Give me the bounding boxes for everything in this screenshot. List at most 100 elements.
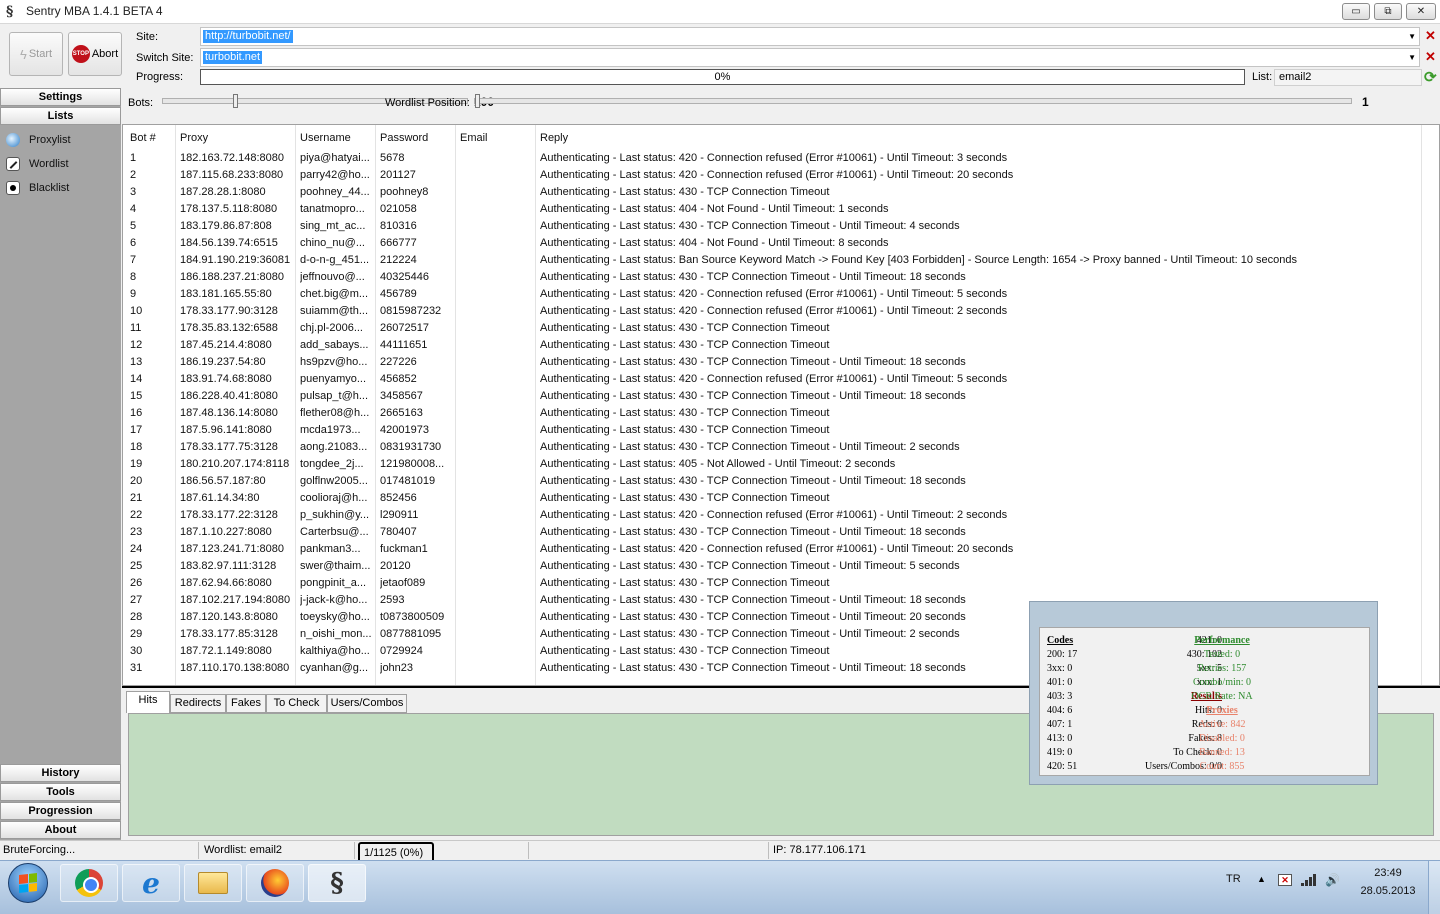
cell-proxy: 187.123.241.71:8080 — [180, 543, 284, 555]
table-row[interactable]: 21 187.61.14.34:80 coolioraj@h... 852456 Aut… — [123, 490, 1423, 507]
table-row[interactable]: 19 180.210.207.174:8118 tongdee_2j... 12198… — [123, 456, 1423, 473]
table-row[interactable]: 5 183.179.86.87:808 sing_mt_ac... 810316 Aut… — [123, 218, 1423, 235]
sidebar-item-wordlist[interactable]: Wordlist — [6, 155, 69, 173]
sentry-icon: § — [330, 868, 344, 898]
cell-username: hs9pzv@ho... — [300, 356, 368, 368]
column-header-email[interactable]: Email — [460, 128, 536, 145]
chevron-down-icon[interactable]: ▼ — [1408, 29, 1416, 44]
start-button[interactable]: ϟ Start — [9, 32, 63, 76]
bots-slider-thumb[interactable] — [233, 94, 238, 108]
tab-to-check[interactable]: To Check — [266, 694, 327, 713]
table-row[interactable]: 13 186.19.237.54:80 hs9pzv@ho... 227226 Auth… — [123, 354, 1423, 371]
stats-col3-item: Count: 855 — [1199, 761, 1245, 772]
cell-bot-number: 20 — [130, 475, 143, 487]
column-header-username[interactable]: Username — [300, 128, 372, 145]
show-desktop-button[interactable] — [1428, 861, 1440, 914]
chevron-down-icon[interactable]: ▼ — [1408, 50, 1416, 65]
close-button[interactable]: ✕ — [1406, 3, 1436, 20]
sidebar-item-proxylist[interactable]: Proxylist — [6, 131, 71, 149]
tab-fakes[interactable]: Fakes — [226, 694, 266, 713]
table-header: Bot # Proxy Username Password Email Repl… — [123, 128, 1423, 148]
table-row[interactable]: 11 178.35.83.132:6588 chj.pl-2006... 260725… — [123, 320, 1423, 337]
cell-username: toeysky@ho... — [300, 611, 370, 623]
status-ip: IP: 78.177.106.171 — [773, 844, 866, 856]
column-header-proxy[interactable]: Proxy — [180, 128, 296, 145]
table-row[interactable]: 8 186.188.237.21:8080 jeffnouvo@... 4032544… — [123, 269, 1423, 286]
bots-label: Bots: — [128, 97, 154, 109]
table-row[interactable]: 23 187.1.10.227:8080 Carterbsu@... 780407 Au… — [123, 524, 1423, 541]
table-row[interactable]: 7 184.91.190.219:36081 d-o-n-g_451... 21222… — [123, 252, 1423, 269]
windows-start-button[interactable] — [8, 863, 48, 903]
table-row[interactable]: 1 182.163.72.148:8080 piya@hatyai... 5678 Au… — [123, 150, 1423, 167]
clock-time[interactable]: 23:49 — [1360, 867, 1416, 879]
network-icon[interactable] — [1301, 874, 1317, 886]
table-row[interactable]: 14 183.91.74.68:8080 puenyamyo... 456852 Aut… — [123, 371, 1423, 388]
taskbar-chrome[interactable] — [60, 864, 118, 902]
refresh-icon[interactable]: ⟳ — [1424, 68, 1437, 86]
clock-date[interactable]: 28.05.2013 — [1355, 885, 1421, 897]
table-row[interactable]: 24 187.123.241.71:8080 pankman3... fuckman1… — [123, 541, 1423, 558]
cell-reply: Authenticating - Last status: 430 - TCP … — [540, 560, 960, 572]
cell-password: l290911 — [380, 509, 419, 521]
tab-hits[interactable]: Hits — [126, 691, 170, 713]
sidebar-about[interactable]: About — [0, 821, 121, 839]
table-row[interactable]: 10 178.33.177.90:3128 suiamm@th... 08159872… — [123, 303, 1423, 320]
table-row[interactable]: 3 187.28.28.1:8080 poohney_44... poohney8 Au… — [123, 184, 1423, 201]
sidebar-settings[interactable]: Settings — [0, 88, 121, 106]
status-separator — [198, 842, 199, 859]
cell-reply: Authenticating - Last status: 404 - Not … — [540, 237, 889, 249]
table-row[interactable]: 4 178.137.5.118:8080 tanatmopro... 021058 Au… — [123, 201, 1423, 218]
table-row[interactable]: 9 183.181.165.55:80 chet.big@m... 456789 Aut… — [123, 286, 1423, 303]
table-row[interactable]: 2 187.115.68.233:8080 parry42@ho... 201127 A… — [123, 167, 1423, 184]
sidebar-tools[interactable]: Tools — [0, 783, 121, 801]
taskbar-firefox[interactable] — [246, 864, 304, 902]
sidebar-history[interactable]: History — [0, 764, 121, 782]
column-header-password[interactable]: Password — [380, 128, 456, 145]
cell-bot-number: 12 — [130, 339, 143, 351]
table-row[interactable]: 22 178.33.177.22:3128 p_sukhin@y... l290911… — [123, 507, 1423, 524]
list-field[interactable]: email2 — [1274, 69, 1422, 86]
taskbar-explorer[interactable] — [184, 864, 242, 902]
table-row[interactable]: 20 186.56.57.187:80 golflnw2005... 01748101… — [123, 473, 1423, 490]
cell-reply: Authenticating - Last status: 430 - TCP … — [540, 356, 966, 368]
stats-col1-item: 407: 1 — [1047, 719, 1073, 730]
action-center-icon[interactable]: ✕ — [1278, 874, 1292, 886]
cell-bot-number: 25 — [130, 560, 143, 572]
abort-button[interactable]: STOP Abort — [68, 32, 122, 76]
table-row[interactable]: 25 183.82.97.111:3128 swer@thaim... 20120 Au… — [123, 558, 1423, 575]
clear-switch-site-icon[interactable]: ✕ — [1425, 49, 1436, 65]
clear-site-icon[interactable]: ✕ — [1425, 28, 1436, 44]
cell-email — [460, 422, 536, 439]
taskbar-internet-explorer[interactable]: e — [122, 864, 180, 902]
tab-users-combos[interactable]: Users/Combos — [327, 694, 407, 713]
wordlist-slider-thumb[interactable] — [475, 94, 480, 108]
table-row[interactable]: 18 178.33.177.75:3128 aong.21083... 0831931… — [123, 439, 1423, 456]
taskbar-sentry-mba[interactable]: § — [308, 864, 366, 902]
sidebar-lists[interactable]: Lists — [0, 107, 121, 125]
table-row[interactable]: 6 184.56.139.74:6515 chino_nu@... 666777 Aut… — [123, 235, 1423, 252]
site-combobox[interactable]: http://turbobit.net/ ▼ — [200, 27, 1420, 46]
column-header-reply[interactable]: Reply — [540, 128, 1420, 145]
table-row[interactable]: 12 187.45.214.4:8080 add_sabays... 44111651… — [123, 337, 1423, 354]
sidebar-progression[interactable]: Progression — [0, 802, 121, 820]
cell-bot-number: 15 — [130, 390, 143, 402]
table-row[interactable]: 15 186.228.40.41:8080 pulsap_t@h... 3458567… — [123, 388, 1423, 405]
cell-password: 780407 — [380, 526, 417, 538]
table-row[interactable]: 16 187.48.136.14:8080 flether08@h... 266516… — [123, 405, 1423, 422]
column-header-bot[interactable]: Bot # — [130, 128, 174, 145]
table-row[interactable]: 17 187.5.96.141:8080 mcda1973... 42001973 Au… — [123, 422, 1423, 439]
cell-email — [460, 235, 536, 252]
show-hidden-icons-icon[interactable]: ▲ — [1257, 874, 1266, 884]
maximize-button[interactable]: ⧉ — [1374, 3, 1402, 20]
wordlist-position-slider[interactable] — [474, 94, 1352, 108]
language-indicator[interactable]: TR — [1226, 873, 1241, 885]
volume-icon[interactable]: 🔊 — [1325, 873, 1340, 887]
switch-site-combobox[interactable]: turbobit.net ▼ — [200, 48, 1420, 67]
table-row[interactable]: 26 187.62.94.66:8080 pongpinit_a... jetaof0… — [123, 575, 1423, 592]
stats-col1-item: 419: 0 — [1047, 747, 1073, 758]
cell-email — [460, 524, 536, 541]
minimize-button[interactable]: ▭ — [1342, 3, 1370, 20]
cell-proxy: 180.210.207.174:8118 — [180, 458, 290, 470]
sidebar-item-blacklist[interactable]: Blacklist — [6, 179, 69, 197]
tab-redirects[interactable]: Redirects — [170, 694, 226, 713]
